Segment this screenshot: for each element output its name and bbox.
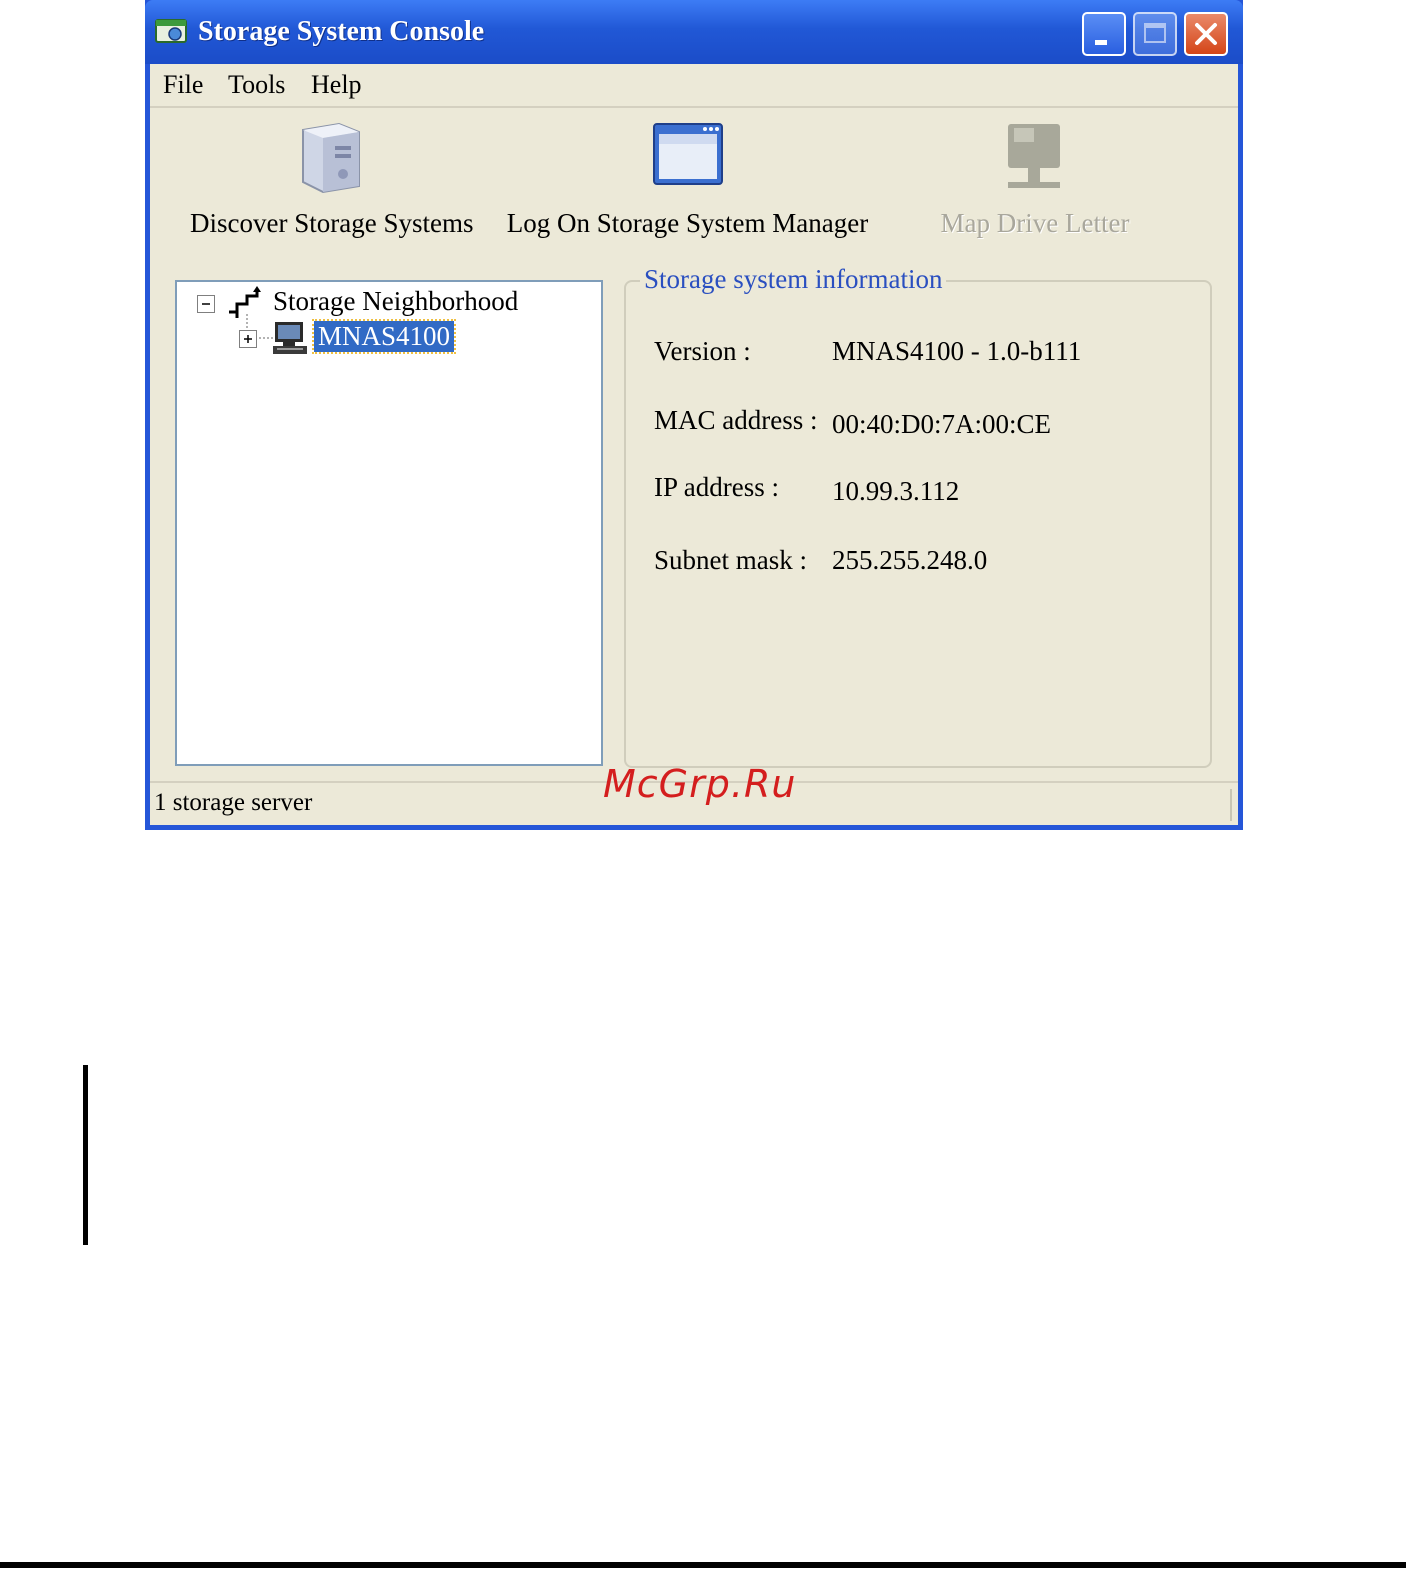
storage-info-title: Storage system information <box>640 264 947 295</box>
console-app-icon <box>155 18 189 44</box>
subnet-label: Subnet mask : <box>654 545 807 575</box>
ip-value: 10.99.3.112 <box>832 476 960 506</box>
tree-node-mnas4100[interactable]: MNAS4100 <box>311 319 457 354</box>
maximize-icon <box>1144 23 1166 43</box>
network-drive-icon <box>1002 120 1068 199</box>
menu-tools-label: Tools <box>228 70 286 99</box>
close-button[interactable] <box>1184 12 1228 56</box>
tree-root-label[interactable]: Storage Neighborhood <box>273 286 518 317</box>
collapse-root-icon[interactable] <box>197 295 215 313</box>
status-divider <box>1230 789 1232 821</box>
map-drive-button[interactable]: Map Drive Letter <box>910 120 1160 250</box>
minimize-icon <box>1095 40 1107 45</box>
storage-server-icon <box>293 120 367 199</box>
subnet-value: 255.255.248.0 <box>832 545 988 575</box>
expand-node-icon[interactable] <box>239 330 257 348</box>
version-label: Version : <box>654 336 751 366</box>
version-value: MNAS4100 - 1.0-b111 <box>832 336 1082 366</box>
menu-tools[interactable]: Tools <box>228 70 285 100</box>
close-icon <box>1195 23 1217 45</box>
discover-storage-label: Discover Storage Systems <box>190 208 474 238</box>
menu-bar: File Tools Help <box>150 64 1238 108</box>
menu-file-label: File <box>163 70 204 99</box>
bottom-rule <box>0 1562 1406 1568</box>
title-bar[interactable]: Storage System Console <box>145 0 1243 64</box>
margin-bar <box>83 1065 88 1245</box>
logon-manager-label: Log On Storage System Manager <box>506 208 869 238</box>
mac-value: 00:40:D0:7A:00:CE <box>832 409 1052 439</box>
window-title: Storage System Console <box>198 16 485 47</box>
map-drive-label: Map Drive Letter <box>940 208 1130 238</box>
menu-file[interactable]: File <box>163 70 203 100</box>
browser-window-icon <box>651 120 725 195</box>
status-text: 1 storage server <box>154 789 313 816</box>
watermark: McGrp.Ru <box>603 762 797 806</box>
menu-help-label: Help <box>311 70 362 99</box>
minimize-button[interactable] <box>1082 12 1126 56</box>
discover-storage-button[interactable]: Discover Storage Systems <box>190 120 474 250</box>
logon-manager-button[interactable]: Log On Storage System Manager <box>505 120 870 250</box>
storage-console-window: Storage System Console File Tools Help D… <box>145 0 1243 830</box>
computer-icon <box>271 320 309 361</box>
maximize-button[interactable] <box>1133 12 1177 56</box>
ip-label: IP address : <box>654 472 779 502</box>
client-area: File Tools Help Discover Storage Systems <box>150 64 1238 825</box>
mac-label: MAC address : <box>654 405 818 435</box>
menu-help[interactable]: Help <box>311 70 362 100</box>
storage-tree[interactable]: Storage Neighborhood MNAS4100 <box>175 280 603 766</box>
